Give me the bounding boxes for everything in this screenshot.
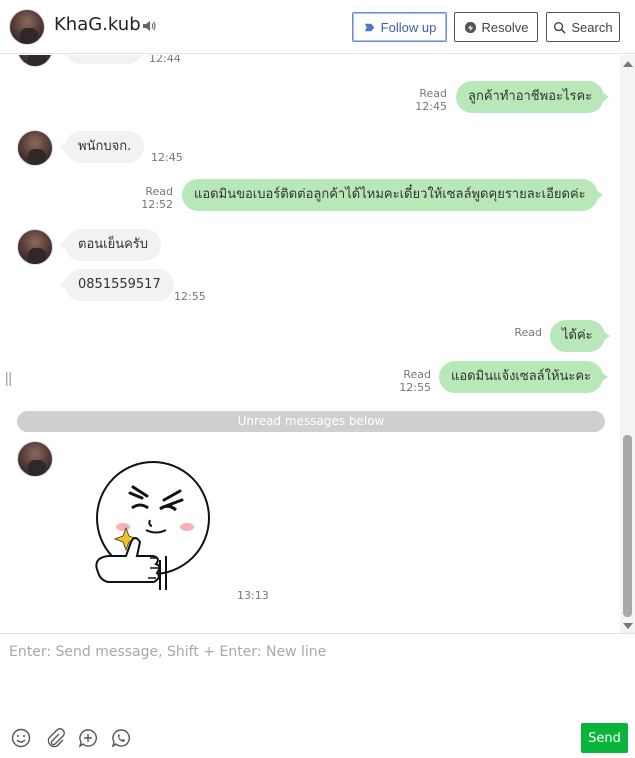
- send-button[interactable]: Send: [581, 723, 628, 753]
- emoji-icon[interactable]: [10, 727, 32, 749]
- message-time: 12:55: [174, 290, 206, 303]
- contact-avatar: [17, 441, 53, 477]
- outgoing-message: ได้ค่ะ: [550, 320, 610, 352]
- sticker-image[interactable]: [88, 460, 214, 590]
- contact-name[interactable]: KhaG.kub: [54, 14, 141, 35]
- message-time: 13:13: [237, 589, 269, 602]
- follow-up-label: Follow up: [380, 19, 437, 35]
- speaker-icon[interactable]: [142, 19, 156, 33]
- attachment-icon[interactable]: [44, 727, 66, 749]
- message-list[interactable]: 12:44 Read 12:45 ลูกค้าทำอาชีพอะไรคะ พนั…: [0, 55, 620, 633]
- follow-up-button[interactable]: Follow up: [352, 12, 447, 42]
- read-status: Read: [145, 185, 173, 198]
- incoming-message: ตอนเย็นครับ: [59, 229, 162, 261]
- contact-avatar: [17, 229, 53, 265]
- scroll-up-arrow[interactable]: [623, 61, 633, 67]
- search-label: Search: [571, 19, 613, 35]
- outgoing-message: ลูกค้าทำอาชีพอะไรคะ: [456, 81, 610, 113]
- message-time: 12:44: [149, 55, 181, 65]
- incoming-message: 0851559517: [60, 269, 174, 301]
- unread-divider: Unread messages below: [17, 411, 605, 432]
- contact-avatar: [17, 130, 53, 166]
- incoming-message: [65, 55, 144, 64]
- message-input[interactable]: [0, 634, 635, 714]
- resolve-button[interactable]: Resolve: [454, 12, 538, 42]
- chat-header: KhaG.kub Follow up Resolve Search: [0, 0, 635, 54]
- outgoing-message: แอดมินขอเบอร์ติดต่อลูกค้าได้ไหมคะเดี๋ยวใ…: [182, 179, 603, 211]
- read-status: Read: [419, 87, 447, 100]
- scrollbar-thumb[interactable]: [623, 435, 632, 617]
- read-status: Read: [403, 368, 431, 381]
- resolve-icon: [464, 21, 476, 33]
- message-status: Read 12:52: [125, 185, 173, 211]
- message-time: 12:55: [399, 381, 431, 394]
- incoming-message: พนักบจก.: [59, 131, 145, 163]
- resize-handle[interactable]: [5, 372, 13, 386]
- search-button[interactable]: Search: [546, 12, 620, 42]
- call-icon[interactable]: [110, 727, 132, 749]
- outgoing-message: แอดมินแจ้งเซลล์ให้นะคะ: [439, 361, 609, 393]
- message-status: Read 12:45: [400, 87, 447, 113]
- chat-scrollbar[interactable]: [620, 55, 635, 633]
- message-composer: Send: [0, 633, 635, 758]
- message-time: 12:52: [141, 198, 173, 211]
- contact-avatar: [17, 55, 53, 67]
- message-time: 12:45: [415, 100, 447, 113]
- contact-avatar[interactable]: [9, 9, 45, 45]
- search-icon: [554, 21, 566, 34]
- read-status: Read: [514, 326, 542, 339]
- scroll-down-arrow[interactable]: [623, 623, 633, 629]
- resolve-label: Resolve: [481, 19, 529, 35]
- follow-up-icon: [364, 23, 374, 31]
- message-status: Read 12:55: [384, 368, 431, 394]
- quick-reply-icon[interactable]: [77, 727, 99, 749]
- message-time: 12:45: [151, 151, 183, 164]
